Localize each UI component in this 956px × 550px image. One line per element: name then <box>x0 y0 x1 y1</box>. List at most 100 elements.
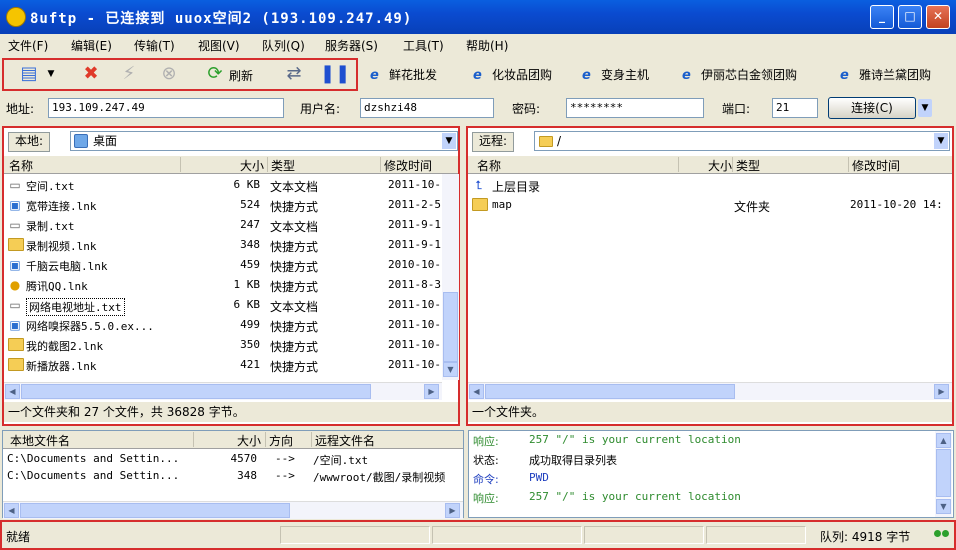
local-file-row[interactable]: 我的截图2.lnk 350 快捷方式 2011-10- <box>4 336 441 356</box>
remote-path-combo[interactable]: / ▼ <box>534 131 950 151</box>
port-input[interactable]: 21 <box>772 98 818 118</box>
chevron-right-icon[interactable]: ▶ <box>424 384 439 399</box>
chevron-down-icon[interactable]: ▼ <box>44 63 58 85</box>
remote-hscroll[interactable]: ◀ ▶ <box>468 382 952 400</box>
remote-file-row[interactable]: map 文件夹 2011-10-20 14: <box>468 196 952 216</box>
col-type[interactable]: 类型 <box>267 157 295 173</box>
desktop-icon <box>74 134 88 148</box>
col-direction[interactable]: 方向 <box>265 432 293 448</box>
queue-row[interactable]: C:\Documents and Settin... 4570 --> /空间.txt <box>3 451 461 468</box>
col-modified[interactable]: 修改时间 <box>380 157 432 173</box>
menu-help[interactable]: 帮助(H) <box>466 37 508 54</box>
sync-browse-icon[interactable]: ⇄ <box>283 63 305 85</box>
scroll-thumb[interactable] <box>485 384 735 399</box>
menu-queue[interactable]: 队列(Q) <box>262 37 305 54</box>
scroll-thumb[interactable] <box>20 503 290 518</box>
site-manager-icon[interactable]: ▤ <box>18 63 40 85</box>
chevron-left-icon[interactable]: ◀ <box>469 384 484 399</box>
col-size[interactable]: 大小 <box>180 157 267 173</box>
log-message: 257 "/" is your current location <box>529 433 741 446</box>
menu-view[interactable]: 视图(V) <box>198 37 240 54</box>
scroll-thumb[interactable] <box>21 384 371 399</box>
log-key: 响应: <box>473 435 499 448</box>
refresh-button[interactable]: 刷新 <box>229 67 253 84</box>
pause-icon[interactable]: ❚❚ <box>320 63 350 85</box>
chevron-down-icon[interactable]: ▼ <box>936 499 951 514</box>
col-local-file[interactable]: 本地文件名 <box>7 432 70 448</box>
password-input[interactable]: ******** <box>566 98 704 118</box>
menu-tools[interactable]: 工具(T) <box>403 37 444 54</box>
bookmark-1[interactable]: e 鲜花批发 <box>370 66 437 83</box>
chevron-down-icon[interactable]: ▼ <box>443 362 458 377</box>
maximize-button[interactable]: □ <box>898 5 922 29</box>
file-type: 文本文档 <box>270 180 319 194</box>
chevron-down-icon[interactable]: ▼ <box>442 133 456 149</box>
port-label: 端口: <box>722 102 751 116</box>
local-file-row[interactable]: ▣ 网络嗅探器5.5.0.ex... 499 快捷方式 2011-10- <box>4 316 441 336</box>
menu-server[interactable]: 服务器(S) <box>325 37 378 54</box>
bookmark-4[interactable]: e 伊丽芯白金领团购 <box>682 66 797 83</box>
local-file-row[interactable]: 新播放器.lnk 421 快捷方式 2011-10- <box>4 356 441 376</box>
local-file-row[interactable]: ▭ 录制.txt 247 文本文档 2011-9-1 <box>4 216 441 236</box>
local-vscroll[interactable]: ▼ <box>442 174 459 380</box>
file-date: 2011-9-1 <box>388 238 441 251</box>
minimize-button[interactable]: _ <box>870 5 894 29</box>
cancel-icon[interactable]: ⊗ <box>158 63 180 85</box>
folder-icon <box>8 358 24 371</box>
col-name[interactable]: 名称 <box>474 157 501 173</box>
queue-local-file: C:\Documents and Settin... <box>7 469 180 482</box>
parent-dir-icon: ⮤ <box>475 178 483 192</box>
file-date: 2011-10- <box>388 318 441 331</box>
connect-dropdown-icon[interactable]: ▼ <box>918 99 932 117</box>
col-type[interactable]: 类型 <box>732 157 760 173</box>
folder-icon <box>8 338 24 351</box>
chevron-left-icon[interactable]: ◀ <box>4 503 19 518</box>
chevron-right-icon[interactable]: ▶ <box>934 384 949 399</box>
chevron-up-icon[interactable]: ▲ <box>936 433 951 448</box>
username-input[interactable]: dzshzi48 <box>360 98 494 118</box>
local-hscroll[interactable]: ◀ ▶ <box>4 382 442 400</box>
folder-icon <box>539 136 553 147</box>
queue-panel: 本地文件名 大小 方向 远程文件名 C:\Documents and Setti… <box>2 430 464 519</box>
local-file-row[interactable]: ▭ 空间.txt 6 KB 文本文档 2011-10- <box>4 176 441 196</box>
disconnect-icon[interactable]: ✖ <box>80 63 102 85</box>
local-path-combo[interactable]: 桌面 ▼ <box>70 131 458 151</box>
remote-file-row[interactable]: ⮤ 上层目录 <box>468 176 952 196</box>
file-date: 2011-10- <box>388 338 441 351</box>
local-file-row[interactable]: 录制视频.lnk 348 快捷方式 2011-9-1 <box>4 236 441 256</box>
close-button[interactable]: ✕ <box>926 5 950 29</box>
queue-remote-file: /空间.txt <box>313 454 369 467</box>
log-entry: 响应: 257 "/" is your current location <box>473 490 931 508</box>
bookmark-2[interactable]: e 化妆品团购 <box>473 66 552 83</box>
col-remote-file[interactable]: 远程文件名 <box>311 432 375 448</box>
status-cell <box>280 526 430 544</box>
address-input[interactable]: 193.109.247.49 <box>48 98 284 118</box>
local-file-row[interactable]: ▣ 宽带连接.lnk 524 快捷方式 2011-2-5 <box>4 196 441 216</box>
queue-row[interactable]: C:\Documents and Settin... 348 --> /wwwroot… <box>3 468 461 485</box>
scroll-thumb[interactable] <box>936 449 951 497</box>
col-size[interactable]: 大小 <box>678 157 735 173</box>
col-size[interactable]: 大小 <box>193 432 264 448</box>
local-file-row[interactable]: ▭ 网络电视地址.txt 6 KB 文本文档 2011-10- <box>4 296 441 316</box>
col-name[interactable]: 名称 <box>6 157 33 173</box>
log-vscroll[interactable]: ▲ ▼ <box>935 431 952 517</box>
local-file-row[interactable]: ● 腾讯QQ.lnk 1 KB 快捷方式 2011-8-3 <box>4 276 441 296</box>
ie-icon: e <box>682 68 691 83</box>
connect-button[interactable]: 连接(C) <box>828 97 916 119</box>
chevron-down-icon[interactable]: ▼ <box>934 133 948 149</box>
queue-hscroll[interactable]: ◀ ▶ <box>3 501 463 519</box>
refresh-icon[interactable]: ⟳ <box>204 63 226 85</box>
quick-connect-icon[interactable]: ⚡ <box>118 63 140 85</box>
scroll-thumb[interactable] <box>443 292 458 362</box>
chevron-right-icon[interactable]: ▶ <box>445 503 460 518</box>
col-modified[interactable]: 修改时间 <box>848 157 900 173</box>
menu-transfer[interactable]: 传输(T) <box>134 37 175 54</box>
menu-edit[interactable]: 编辑(E) <box>71 37 112 54</box>
chevron-left-icon[interactable]: ◀ <box>5 384 20 399</box>
bookmark-5[interactable]: e 雅诗兰黛团购 <box>840 66 931 83</box>
title-bar[interactable]: 8uftp - 已连接到 uuox空间2 (193.109.247.49) _ … <box>0 0 956 34</box>
local-file-row[interactable]: ▣ 千脑云电脑.lnk 459 快捷方式 2010-10- <box>4 256 441 276</box>
bookmark-3[interactable]: e 变身主机 <box>582 66 649 83</box>
menu-file[interactable]: 文件(F) <box>8 37 48 54</box>
file-date: 2011-10- <box>388 178 441 191</box>
